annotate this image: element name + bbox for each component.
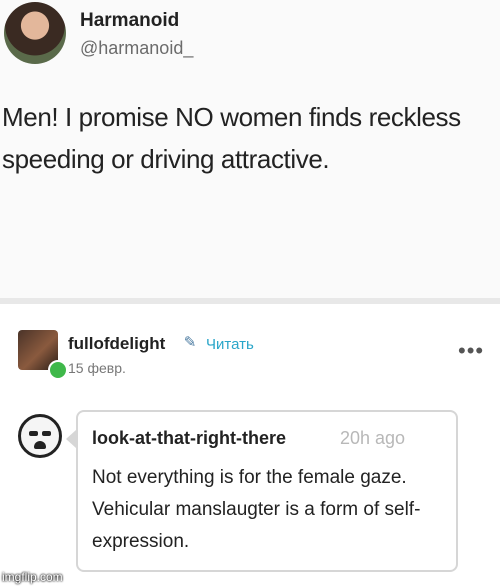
follow-button[interactable]: Читать [206, 336, 254, 353]
watermark: imgflip.com [2, 570, 63, 584]
quote-timestamp: 20h ago [340, 428, 406, 448]
more-options-icon[interactable]: ••• [458, 340, 484, 362]
quote-avatar[interactable] [18, 414, 62, 458]
avatar-mouth-icon [34, 441, 46, 449]
quote-bubble-arrow [66, 430, 76, 448]
tweet-avatar[interactable] [4, 2, 66, 64]
tweet-display-name[interactable]: Harmanoid [80, 10, 179, 32]
post-username[interactable]: fullofdelight [68, 334, 165, 354]
quote-text: Not everything is for the female gaze. V… [92, 467, 421, 552]
post-date: 15 февр. [68, 360, 126, 376]
follow-icon[interactable]: ✎ [180, 333, 200, 353]
avatar-eye-left-icon [29, 431, 38, 436]
tweet-handle[interactable]: @harmanoid_ [80, 38, 193, 59]
quote-username[interactable]: look-at-that-right-there [92, 428, 286, 449]
avatar-eye-right-icon [42, 431, 51, 436]
quote-bubble: look-at-that-right-there 20h ago Not eve… [76, 410, 458, 572]
tweet-text: Men! I promise NO women finds reckless s… [2, 102, 461, 174]
online-badge-icon [48, 360, 68, 380]
